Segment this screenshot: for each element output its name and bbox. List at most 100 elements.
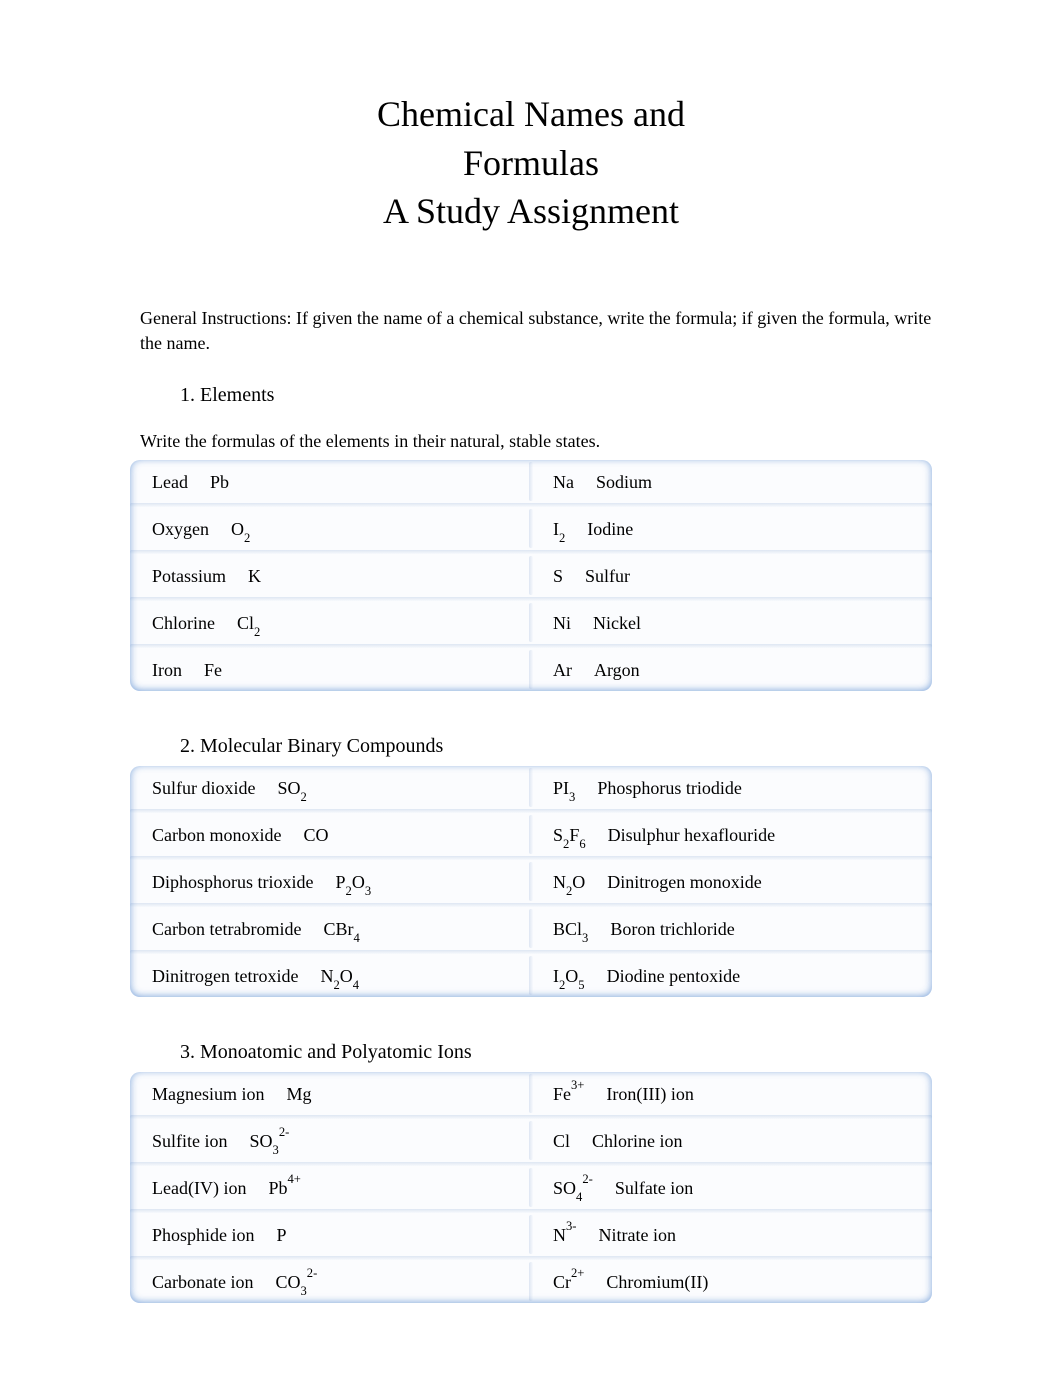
prompt-text: S2F6 xyxy=(553,825,586,846)
prompt-text: Lead xyxy=(152,472,188,493)
answer-text: SO2 xyxy=(278,778,307,799)
table-cell: SO42- Sulfate ion xyxy=(531,1166,932,1209)
prompt-text: Potassium xyxy=(152,566,226,587)
table-cell: Carbon monoxide CO xyxy=(130,813,531,856)
table-row: Sulfite ion SO32- ClChlorine ion xyxy=(130,1115,932,1162)
answer-text: Phosphorus triodide xyxy=(597,778,742,799)
prompt-text: I2 xyxy=(553,519,565,540)
section-heading: 3. Monoatomic and Polyatomic Ions xyxy=(180,997,932,1064)
table-row: Phosphide ion P N3- Nitrate ion xyxy=(130,1209,932,1256)
answer-text: Nickel xyxy=(593,613,641,634)
section-sub-instruction: Write the formulas of the elements in th… xyxy=(140,431,932,452)
prompt-text: N3- xyxy=(553,1225,577,1246)
table-row: Lead(IV) ion Pb4+ SO42- Sulfate ion xyxy=(130,1162,932,1209)
table-cell: Sulfite ion SO32- xyxy=(130,1119,531,1162)
prompt-text: S xyxy=(553,566,563,587)
section-heading: 2. Molecular Binary Compounds xyxy=(180,691,932,758)
title-line-3: A Study Assignment xyxy=(383,191,679,231)
prompt-text: Chlorine xyxy=(152,613,215,634)
answer-text: Diodine pentoxide xyxy=(607,966,740,987)
table-row: Carbon tetrabromideCBr4BCl3Boron trichlo… xyxy=(130,903,932,950)
table-cell: Fe3+ Iron(III) ion xyxy=(531,1072,932,1115)
answer-text: Pb4+ xyxy=(268,1178,300,1199)
prompt-text: Na xyxy=(553,472,574,493)
prompt-text: Carbon tetrabromide xyxy=(152,919,301,940)
table-cell: Diphosphorus trioxideP2O3 xyxy=(130,860,531,903)
prompt-text: Lead(IV) ion xyxy=(152,1178,246,1199)
answer-text: Argon xyxy=(594,660,640,681)
table-cell: Ni Nickel xyxy=(531,601,932,644)
table-cell: Phosphide ion P xyxy=(130,1213,531,1256)
table-cell: SSulfur xyxy=(531,554,932,597)
answer-text: CO xyxy=(303,825,328,846)
table-row: IronFeArArgon xyxy=(130,644,932,691)
answer-text: O2 xyxy=(231,519,250,540)
answer-text: Iodine xyxy=(587,519,633,540)
table-cell: Lead(IV) ion Pb4+ xyxy=(130,1166,531,1209)
table-cell: Potassium K xyxy=(130,554,531,597)
table-cell: Carbon tetrabromideCBr4 xyxy=(130,907,531,950)
table-row: Magnesium ionMg Fe3+ Iron(III) ion xyxy=(130,1072,932,1115)
prompt-text: PI3 xyxy=(553,778,575,799)
answer-text: K xyxy=(248,566,261,587)
table-cell: Sulfur dioxide SO2 xyxy=(130,766,531,809)
answer-text: Sulfate ion xyxy=(615,1178,694,1199)
answer-text: Pb xyxy=(210,472,229,493)
answer-text: Sodium xyxy=(596,472,652,493)
table-cell: N3- Nitrate ion xyxy=(531,1213,932,1256)
general-instructions: General Instructions: If given the name … xyxy=(140,306,932,356)
section-heading: 1. Elements xyxy=(180,384,932,407)
answer-text: SO32- xyxy=(250,1131,290,1152)
table-cell: Cr2+ Chromium(II) xyxy=(531,1260,932,1303)
prompt-text: Cr2+ xyxy=(553,1272,584,1293)
answer-table: Magnesium ionMg Fe3+ Iron(III) ion Sulfite … xyxy=(130,1072,932,1303)
table-cell: I2O5 Diodine pentoxide xyxy=(531,954,932,997)
answer-text: Nitrate ion xyxy=(599,1225,676,1246)
prompt-text: Fe3+ xyxy=(553,1084,584,1105)
prompt-text: I2O5 xyxy=(553,966,585,987)
prompt-text: Phosphide ion xyxy=(152,1225,255,1246)
sections-container: 1. Elements Write the formulas of the ele… xyxy=(130,384,932,1303)
answer-text: P xyxy=(277,1225,287,1246)
prompt-text: Dinitrogen tetroxide xyxy=(152,966,298,987)
table-cell: BCl3Boron trichloride xyxy=(531,907,932,950)
table-row: Potassium K SSulfur xyxy=(130,550,932,597)
prompt-text: Sulfur dioxide xyxy=(152,778,256,799)
page-title: Chemical Names and Formulas A Study Assi… xyxy=(130,90,932,236)
answer-table: Sulfur dioxide SO2 PI3 Phosphorus triodide C… xyxy=(130,766,932,997)
answer-text: Mg xyxy=(287,1084,312,1105)
table-cell: Na Sodium xyxy=(531,460,932,503)
table-row: Carbonate ion CO32- Cr2+ Chromium(II) xyxy=(130,1256,932,1303)
prompt-text: Carbonate ion xyxy=(152,1272,253,1293)
prompt-text: BCl3 xyxy=(553,919,588,940)
answer-text: P2O3 xyxy=(336,872,372,893)
table-cell: IronFe xyxy=(130,648,531,691)
table-cell: N2ODinitrogen monoxide xyxy=(531,860,932,903)
table-cell: ClChlorine ion xyxy=(531,1119,932,1162)
table-row: Oxygen O2 I2 Iodine xyxy=(130,503,932,550)
prompt-text: SO42- xyxy=(553,1178,593,1199)
title-line-2: Formulas xyxy=(463,143,599,183)
answer-text: Iron(III) ion xyxy=(606,1084,693,1105)
table-row: Lead Pb Na Sodium xyxy=(130,460,932,503)
table-cell: Magnesium ionMg xyxy=(130,1072,531,1115)
table-row: Carbon monoxide CO S2F6 Disulphur hexaflour… xyxy=(130,809,932,856)
answer-text: CO32- xyxy=(275,1272,317,1293)
prompt-text: Carbon monoxide xyxy=(152,825,281,846)
prompt-text: Sulfite ion xyxy=(152,1131,228,1152)
prompt-text: N2O xyxy=(553,872,585,893)
table-row: Diphosphorus trioxideP2O3N2ODinitrogen m… xyxy=(130,856,932,903)
prompt-text: Ni xyxy=(553,613,571,634)
table-cell: I2 Iodine xyxy=(531,507,932,550)
table-row: Sulfur dioxide SO2 PI3 Phosphorus triodide xyxy=(130,766,932,809)
prompt-text: Cl xyxy=(553,1131,570,1152)
answer-text: Disulphur hexaflouride xyxy=(608,825,775,846)
prompt-text: Iron xyxy=(152,660,182,681)
table-cell: ArArgon xyxy=(531,648,932,691)
table-cell: S2F6 Disulphur hexaflouride xyxy=(531,813,932,856)
table-cell: Dinitrogen tetroxideN2O4 xyxy=(130,954,531,997)
answer-text: Chromium(II) xyxy=(606,1272,708,1293)
table-cell: PI3 Phosphorus triodide xyxy=(531,766,932,809)
answer-table: Lead Pb Na Sodium Oxygen O2 I2 Iodine Potassium K… xyxy=(130,460,932,691)
prompt-text: Oxygen xyxy=(152,519,209,540)
